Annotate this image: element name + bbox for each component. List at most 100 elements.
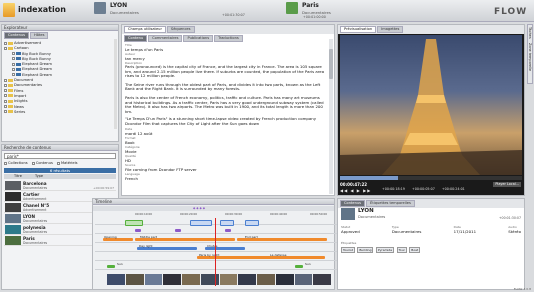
tree-item[interactable]: Series — [4, 110, 116, 115]
col-title[interactable]: Titre — [14, 174, 22, 178]
player-local-button[interactable]: Player Local... — [493, 182, 521, 187]
film-icon — [16, 67, 21, 71]
eiffel-tower-image — [340, 39, 522, 175]
explorer-panel: Explorateur Contenus Hôtes Advertisement… — [1, 24, 119, 142]
preview-tabs: Prévisualisation Imagettes — [338, 25, 524, 34]
header-left-time: +00:01:30:07 — [222, 13, 245, 17]
expand-icon[interactable] — [4, 110, 7, 114]
field-date-detail[interactable]: 17/11/2011 — [454, 229, 476, 234]
track-row: Sun Sun — [95, 262, 345, 270]
tab-hotes[interactable]: Hôtes — [30, 32, 49, 39]
expand-icon[interactable] — [12, 57, 15, 61]
zoom-controls[interactable]: ◆ ◆ ◆ ◆ — [193, 206, 205, 210]
current-time: 00:00:47:22 — [340, 182, 368, 187]
field-language[interactable]: French — [125, 176, 326, 181]
tag-chip[interactable]: Pyramide — [375, 247, 395, 253]
metadata-scrollbar[interactable] — [329, 39, 333, 194]
status-version: FLOW 3.0.8 — [513, 287, 531, 291]
folder-icon — [8, 110, 13, 114]
expand-icon[interactable] — [12, 62, 15, 66]
col-type[interactable]: Type — [35, 174, 43, 178]
search-header: Recherche de contenus — [2, 145, 118, 151]
result-thumb — [5, 236, 21, 245]
tab-contenus-detail[interactable]: Contenus — [340, 200, 366, 207]
timeline-clip[interactable] — [190, 220, 212, 226]
segment-bar[interactable] — [107, 265, 115, 268]
field-description-4[interactable]: "Le Temps D'un Paris" is a stunning shor… — [125, 116, 326, 126]
scroll-thumb[interactable] — [329, 49, 333, 79]
tab-imagettes[interactable]: Imagettes — [377, 26, 404, 33]
field-status[interactable]: Approved — [341, 229, 360, 234]
timeline-clip[interactable] — [220, 220, 234, 226]
strip-thumb — [107, 274, 125, 285]
expand-icon[interactable] — [4, 78, 7, 82]
strip-thumb — [125, 274, 144, 285]
expand-icon[interactable] — [4, 83, 7, 87]
subtab-traductions[interactable]: Traductions — [214, 35, 243, 42]
timeline-clip[interactable] — [125, 220, 143, 226]
video-frame[interactable] — [340, 35, 522, 175]
segment-label: La defense — [270, 253, 287, 257]
side-tab-zone[interactable]: Zone temporelle — [528, 39, 532, 71]
tab-previsualisation[interactable]: Prévisualisation — [340, 26, 377, 33]
expand-icon[interactable] — [12, 67, 15, 71]
marker[interactable] — [135, 229, 141, 232]
tab-contenus[interactable]: Contenus — [4, 32, 30, 39]
playhead[interactable] — [215, 218, 216, 286]
strip-thumb — [219, 274, 238, 285]
expand-icon[interactable] — [4, 89, 7, 93]
content-fields: Statut Approved Type Documentaires Date 17/… — [341, 225, 521, 234]
tag-chip[interactable]: Building — [357, 247, 374, 253]
checkbox-contenus[interactable] — [31, 161, 35, 165]
tag-chip[interactable]: Tour — [396, 247, 407, 253]
field-audio[interactable]: Stéréo — [508, 229, 521, 234]
folder-icon — [8, 99, 13, 103]
segment-bar[interactable] — [295, 265, 303, 268]
tab-sequences[interactable]: Séquences — [166, 26, 195, 33]
field-description[interactable]: Paris (pronounced) is the capital city o… — [125, 64, 326, 79]
marker[interactable] — [175, 229, 181, 232]
segment-label: Middle part — [140, 235, 158, 239]
timeline-toolbar: ◆ ◆ ◆ ◆ — [93, 206, 334, 211]
subtab-publications[interactable]: Publications — [183, 35, 214, 42]
marker[interactable] — [225, 229, 231, 232]
timeline-header: Timeline — [93, 199, 334, 205]
checkbox-collections[interactable] — [4, 161, 7, 165]
timeline-clip[interactable] — [245, 220, 259, 226]
folder-icon — [8, 41, 13, 45]
checkbox-materiels[interactable] — [57, 161, 61, 165]
tab-champs-utilisateur[interactable]: Champs utilisateur — [124, 26, 166, 33]
header-right-title: Paris — [302, 2, 319, 9]
field-type[interactable]: Documentaires — [392, 229, 422, 234]
subtab-commentaires[interactable]: Commentaires — [148, 35, 183, 42]
content-panel: Contenus Étiquettes temporelles LYON Doc… — [337, 198, 525, 290]
brand-logo: FLOW — [494, 7, 528, 17]
search-input[interactable]: paris* — [4, 153, 116, 159]
tag-list: Tourist Building Pyramide Tour Boat — [341, 247, 421, 253]
folder-icon — [8, 46, 13, 50]
expand-icon[interactable] — [4, 41, 7, 45]
playback-progress[interactable] — [340, 176, 522, 180]
tag-chip[interactable]: Tourist — [341, 247, 355, 253]
folder-icon — [8, 94, 13, 98]
header-right-thumb[interactable] — [286, 2, 298, 14]
header-left-thumb[interactable] — [94, 2, 106, 14]
tab-etiquettes[interactable]: Étiquettes temporelles — [366, 200, 415, 207]
strip-thumb — [257, 274, 275, 285]
expand-icon[interactable] — [4, 46, 7, 50]
subtab-contenu[interactable]: Contenu — [124, 35, 148, 42]
thumbnail-strip[interactable] — [107, 274, 331, 285]
field-description-3[interactable]: Paris is also the center of French econo… — [125, 95, 326, 114]
field-description-2[interactable]: The Seine river runs through the oldest … — [125, 82, 326, 92]
folder-icon — [8, 105, 13, 109]
expand-icon[interactable] — [4, 105, 7, 109]
expand-icon[interactable] — [12, 73, 15, 77]
list-item[interactable]: Barcelona Documentaires +00:00:59:07 — [4, 180, 116, 191]
transport-controls[interactable]: ◀◀ ◀ ▶ ▶▶ — [340, 188, 371, 193]
expand-icon[interactable] — [4, 99, 7, 103]
expand-icon[interactable] — [4, 94, 7, 98]
tag-chip[interactable]: Boat — [409, 247, 421, 253]
side-tab-taches[interactable]: Tâches — [528, 25, 532, 39]
expand-icon[interactable] — [12, 52, 15, 56]
explorer-scrollbar[interactable] — [114, 39, 117, 129]
